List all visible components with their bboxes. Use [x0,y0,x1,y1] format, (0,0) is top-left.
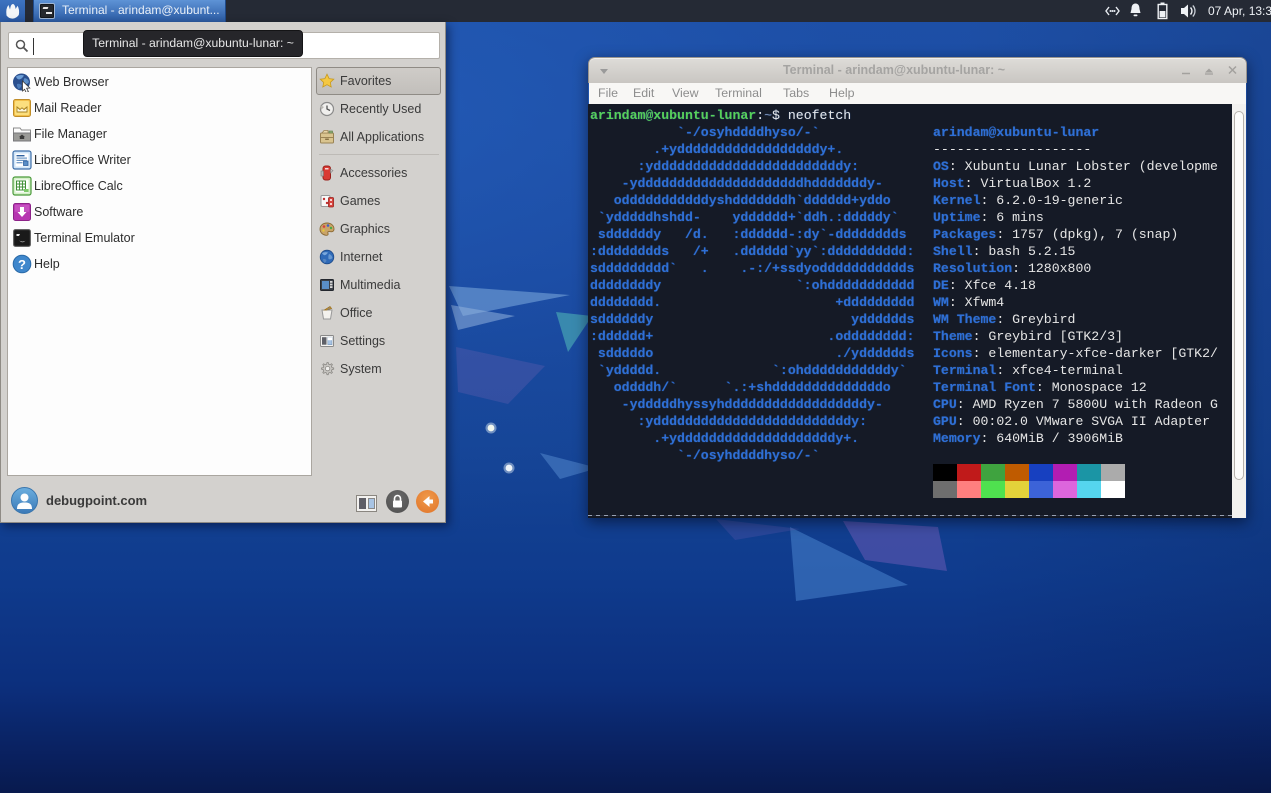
svg-text:?: ? [18,257,26,272]
